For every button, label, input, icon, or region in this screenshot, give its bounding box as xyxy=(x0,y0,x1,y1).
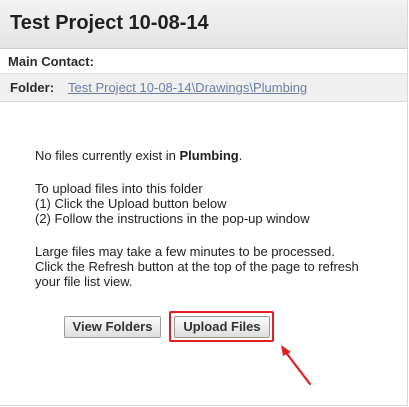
folder-path-link[interactable]: Test Project 10-08-14\Drawings\Plumbing xyxy=(68,80,307,95)
title-bar: Test Project 10-08-14 xyxy=(0,0,407,49)
large-files-note: Large files may take a few minutes to be… xyxy=(35,244,359,289)
folder-row: Folder: Test Project 10-08-14\Drawings\P… xyxy=(0,74,407,102)
upload-intro-text: To upload files into this folder xyxy=(35,181,203,196)
page-title: Test Project 10-08-14 xyxy=(10,12,209,34)
red-arrow-icon xyxy=(281,345,312,386)
main-contact-row: Main Contact: xyxy=(0,49,407,74)
upload-step-1: (1) Click the Upload button below xyxy=(35,196,227,211)
folder-name: Plumbing xyxy=(179,148,239,163)
file-panel: Test Project 10-08-14 Main Contact: Fold… xyxy=(0,0,408,406)
upload-instructions: To upload files into this folder (1) Cli… xyxy=(35,181,365,226)
empty-folder-message: No files currently exist in Plumbing. To… xyxy=(35,148,365,289)
no-files-text: No files currently exist in Plumbing. xyxy=(35,148,365,163)
no-files-prefix: No files currently exist in xyxy=(35,148,180,163)
folder-label: Folder: xyxy=(10,80,55,95)
view-folders-button[interactable]: View Folders xyxy=(64,316,161,338)
no-files-suffix: . xyxy=(238,148,243,163)
upload-step-2: (2) Follow the instructions in the pop-u… xyxy=(35,211,310,226)
main-contact-label: Main Contact: xyxy=(8,54,94,69)
upload-files-button[interactable]: Upload Files xyxy=(174,316,270,338)
